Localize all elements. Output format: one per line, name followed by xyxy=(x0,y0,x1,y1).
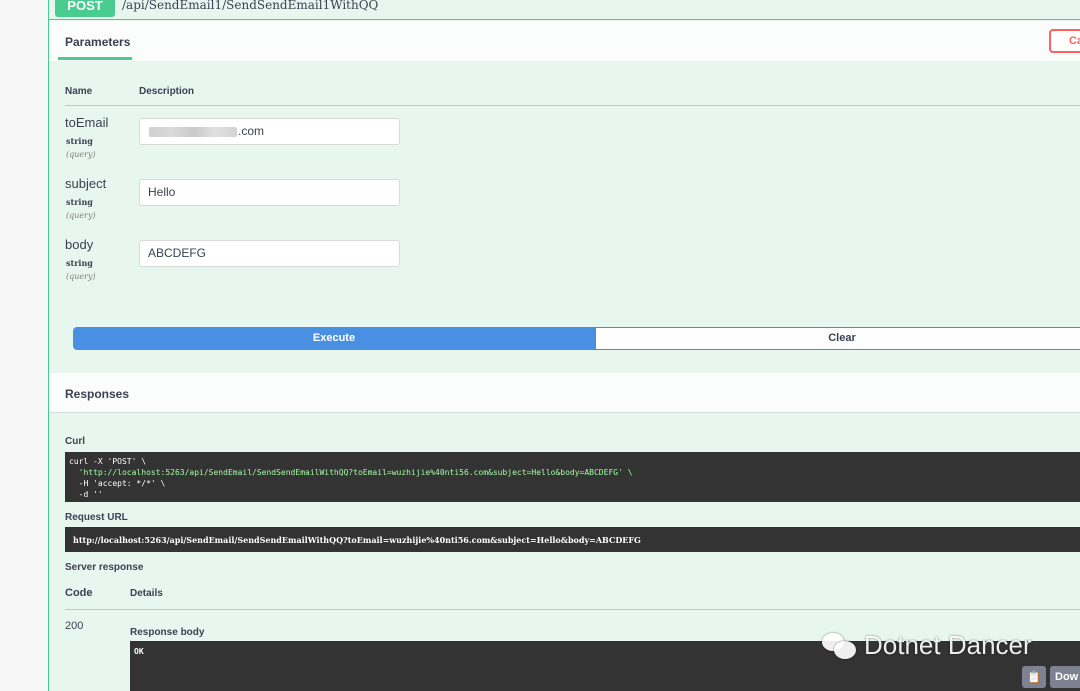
column-code: Code xyxy=(65,587,93,599)
tab-active-indicator xyxy=(58,57,132,60)
param-type-body: string xyxy=(66,258,93,268)
curl-line-1: curl -X 'POST' \ xyxy=(69,457,147,466)
tab-parameters[interactable]: Parameters xyxy=(65,35,130,49)
server-response-label: Server response xyxy=(65,562,144,573)
toemail-input[interactable]: .com xyxy=(139,118,400,145)
curl-label: Curl xyxy=(65,436,85,447)
column-description: Description xyxy=(139,86,195,97)
response-body-label: Response body xyxy=(130,627,205,638)
method-badge: POST xyxy=(55,0,115,17)
parameters-divider xyxy=(65,105,1080,106)
request-url-text: http://localhost:5263/api/SendEmail/Send… xyxy=(73,535,641,545)
curl-line-2: 'http://localhost:5263/api/SendEmail/Sen… xyxy=(69,468,633,477)
redacted-text xyxy=(149,127,237,137)
response-table-divider xyxy=(65,609,1080,610)
copy-to-clipboard-icon[interactable]: 📋 xyxy=(1022,666,1046,688)
responses-divider xyxy=(49,412,1080,413)
left-gutter xyxy=(0,0,48,691)
column-name: Name xyxy=(65,86,93,97)
parameters-header: Parameters Ca xyxy=(49,21,1080,61)
watermark-text: Dotnet Dancer xyxy=(864,630,1032,660)
toemail-value: .com xyxy=(238,124,265,138)
param-in-body: (query) xyxy=(66,272,96,281)
responses-header: Responses xyxy=(49,373,1080,412)
clear-button[interactable]: Clear xyxy=(595,327,1080,350)
operation-block: POST /api/SendEmail1/SendSendEmail1WithQ… xyxy=(48,0,1080,691)
watermark: Dotnet Dancer xyxy=(822,630,1032,661)
column-details: Details xyxy=(130,588,163,599)
body-input[interactable]: ABCDEFG xyxy=(139,240,400,267)
cancel-button[interactable]: Ca xyxy=(1049,29,1080,53)
response-body-text: OK xyxy=(134,647,144,656)
execute-wrapper: Execute Clear xyxy=(73,327,1080,350)
param-name-toemail: toEmail xyxy=(65,115,109,130)
request-url-label: Request URL xyxy=(65,512,128,523)
param-type-subject: string xyxy=(66,197,93,207)
param-name-body: body xyxy=(65,237,94,252)
param-in-toemail: (query) xyxy=(66,150,96,159)
operation-path: /api/SendEmail1/SendSendEmail1WithQQ xyxy=(122,0,379,12)
param-in-subject: (query) xyxy=(66,211,96,220)
wechat-icon xyxy=(822,631,858,661)
curl-line-3: -H 'accept: */*' \ xyxy=(69,479,166,488)
subject-input[interactable]: Hello xyxy=(139,179,400,206)
request-url-box[interactable]: http://localhost:5263/api/SendEmail/Send… xyxy=(65,527,1080,552)
execute-button[interactable]: Execute xyxy=(73,327,595,350)
param-name-subject: subject xyxy=(65,176,107,191)
param-type-toemail: string xyxy=(66,136,93,146)
responses-title: Responses xyxy=(65,387,130,401)
operation-summary[interactable]: POST /api/SendEmail1/SendSendEmail1WithQ… xyxy=(49,0,1080,20)
download-button[interactable]: Dow xyxy=(1050,666,1080,688)
response-code: 200 xyxy=(65,620,84,632)
curl-line-4: -d '' xyxy=(69,490,103,499)
curl-code[interactable]: curl -X 'POST' \ 'http://localhost:5263/… xyxy=(65,452,1080,502)
